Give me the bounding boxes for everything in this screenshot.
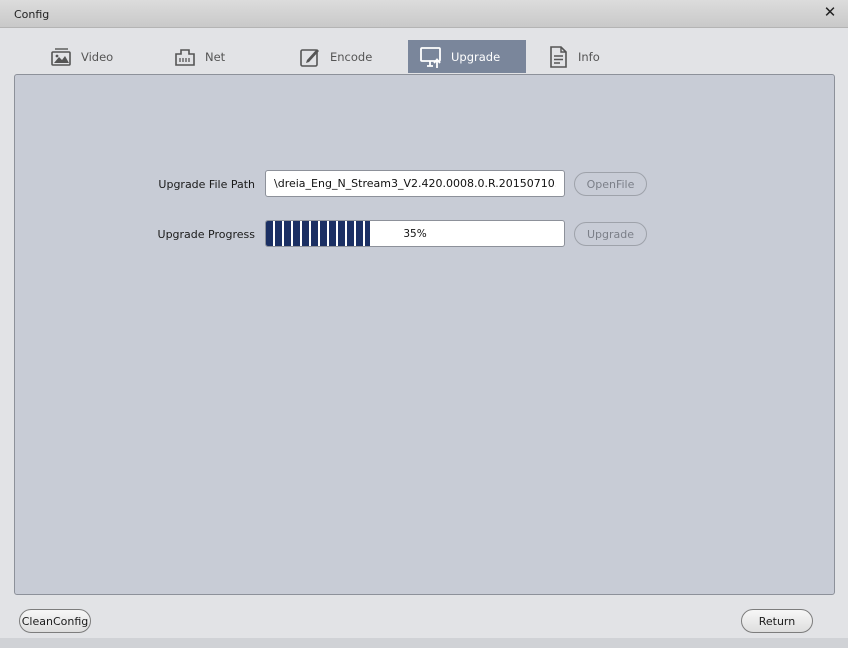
- return-button[interactable]: Return: [741, 609, 813, 633]
- edit-icon: [300, 48, 319, 67]
- tab-net[interactable]: Net: [173, 40, 243, 73]
- file-path-field[interactable]: [265, 170, 565, 197]
- tab-upgrade[interactable]: Upgrade: [408, 40, 526, 73]
- file-path-label: Upgrade File Path: [158, 178, 255, 191]
- progress-label: Upgrade Progress: [157, 228, 255, 241]
- clean-config-button[interactable]: CleanConfig: [19, 609, 91, 633]
- tab-encode[interactable]: Encode: [298, 40, 383, 73]
- bottom-strip: [0, 638, 848, 648]
- window-titlebar: Config ✕: [0, 0, 848, 28]
- tab-label: Video: [81, 49, 114, 64]
- progress-percent-text: 35%: [403, 227, 427, 240]
- upgrade-button[interactable]: Upgrade: [574, 222, 647, 246]
- close-icon[interactable]: ✕: [822, 3, 838, 21]
- tab-label: Upgrade: [451, 49, 501, 64]
- tab-bar: Video Net Encode Upgrade Info: [0, 28, 848, 74]
- tab-label: Info: [578, 49, 600, 64]
- monitor-upload-icon: [420, 46, 441, 68]
- window-title: Config: [14, 8, 50, 21]
- tab-label: Encode: [330, 49, 373, 64]
- upgrade-progress-bar: 35%: [265, 220, 565, 247]
- file-path-input[interactable]: [266, 171, 564, 196]
- upgrade-panel: Upgrade File Path OpenFile Upgrade Progr…: [14, 74, 835, 595]
- network-port-icon: [175, 48, 195, 66]
- image-icon: [51, 47, 71, 66]
- tab-info[interactable]: Info: [546, 40, 616, 73]
- document-icon: [550, 45, 567, 68]
- open-file-button[interactable]: OpenFile: [574, 172, 647, 196]
- tab-video[interactable]: Video: [49, 40, 129, 73]
- tab-label: Net: [205, 49, 226, 64]
